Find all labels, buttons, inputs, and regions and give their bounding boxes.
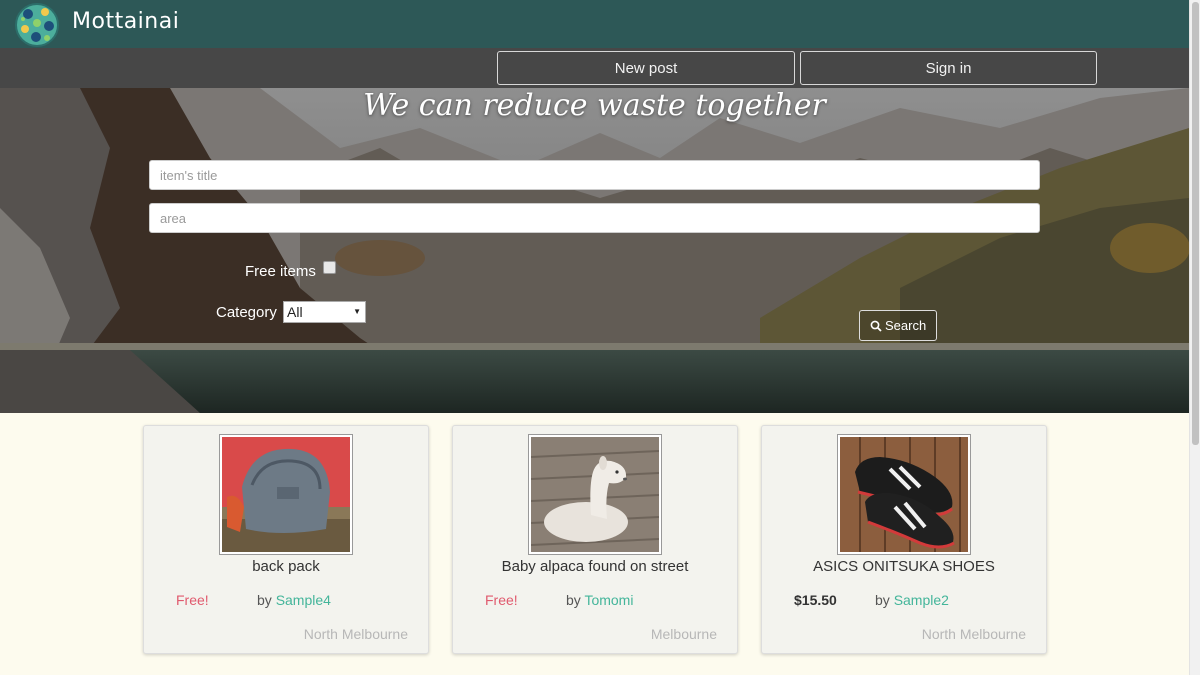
backpack-photo — [222, 437, 350, 552]
owner-link[interactable]: Sample2 — [894, 592, 949, 608]
item-title-input[interactable] — [149, 160, 1040, 190]
item-card[interactable]: Baby alpaca found on street Free! by Tom… — [452, 425, 738, 654]
item-price: Free! — [176, 592, 209, 608]
item-thumbnail[interactable] — [837, 434, 971, 555]
category-select[interactable]: All ▼ — [283, 301, 366, 323]
scrollbar-thumb[interactable] — [1192, 2, 1199, 445]
item-card[interactable]: ASICS ONITSUKA SHOES $15.50 by Sample2 N… — [761, 425, 1047, 654]
hero-title: We can reduce waste together — [363, 88, 826, 123]
item-owner: by Sample2 — [875, 592, 949, 608]
category-selected-value: All — [287, 304, 303, 320]
mottainai-logo-icon[interactable] — [14, 2, 60, 48]
item-location: North Melbourne — [921, 626, 1026, 642]
dropdown-arrow-icon: ▼ — [353, 307, 361, 316]
item-thumbnail[interactable] — [219, 434, 353, 555]
item-location: Melbourne — [650, 626, 717, 642]
nav-bar: New post Sign in — [0, 48, 1189, 88]
item-owner: by Tomomi — [566, 592, 633, 608]
page-scrollbar[interactable] — [1189, 0, 1200, 675]
search-button-label: Search — [885, 318, 927, 333]
free-items-label: Free items — [245, 263, 316, 280]
item-owner: by Sample4 — [257, 592, 331, 608]
owner-link[interactable]: Sample4 — [276, 592, 331, 608]
owner-link[interactable]: Tomomi — [584, 592, 633, 608]
brand-name[interactable]: Mottainai — [72, 9, 179, 34]
item-price: Free! — [485, 592, 518, 608]
item-location: North Melbourne — [303, 626, 408, 642]
item-thumbnail[interactable] — [528, 434, 662, 555]
category-label: Category — [216, 304, 277, 321]
sign-in-button[interactable]: Sign in — [800, 51, 1097, 85]
item-title[interactable]: Baby alpaca found on street — [453, 558, 737, 575]
by-label: by — [257, 592, 272, 608]
by-label: by — [875, 592, 890, 608]
item-title[interactable]: back pack — [144, 558, 428, 575]
shoes-photo — [840, 437, 968, 552]
item-card[interactable]: back pack Free! by Sample4 North Melbour… — [143, 425, 429, 654]
area-input[interactable] — [149, 203, 1040, 233]
search-button[interactable]: Search — [859, 310, 937, 341]
item-title[interactable]: ASICS ONITSUKA SHOES — [762, 558, 1046, 575]
alpaca-photo — [531, 437, 659, 552]
new-post-button[interactable]: New post — [497, 51, 795, 85]
by-label: by — [566, 592, 581, 608]
mountain-lake-background — [0, 88, 1189, 413]
hero-banner: We can reduce waste together Free items … — [0, 88, 1189, 413]
top-bar: Mottainai — [0, 0, 1189, 48]
free-items-checkbox[interactable] — [323, 261, 336, 274]
search-icon — [870, 320, 882, 332]
item-price: $15.50 — [794, 592, 837, 608]
